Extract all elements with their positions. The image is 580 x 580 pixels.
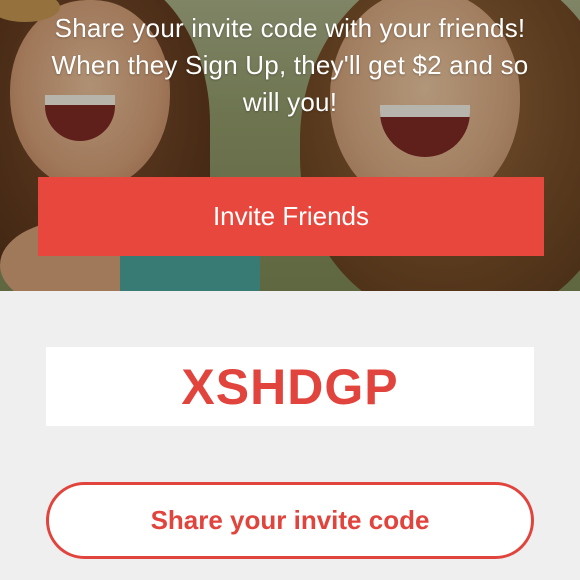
invite-code-box: XSHDGP (46, 347, 534, 426)
hero-banner: Share your invite code with your friends… (0, 0, 580, 291)
invite-screen: Share your invite code with your friends… (0, 0, 580, 580)
invite-friends-button[interactable]: Invite Friends (38, 177, 544, 256)
invite-message: Share your invite code with your friends… (51, 13, 529, 117)
share-invite-code-button[interactable]: Share your invite code (46, 482, 534, 559)
invite-code: XSHDGP (181, 358, 399, 415)
